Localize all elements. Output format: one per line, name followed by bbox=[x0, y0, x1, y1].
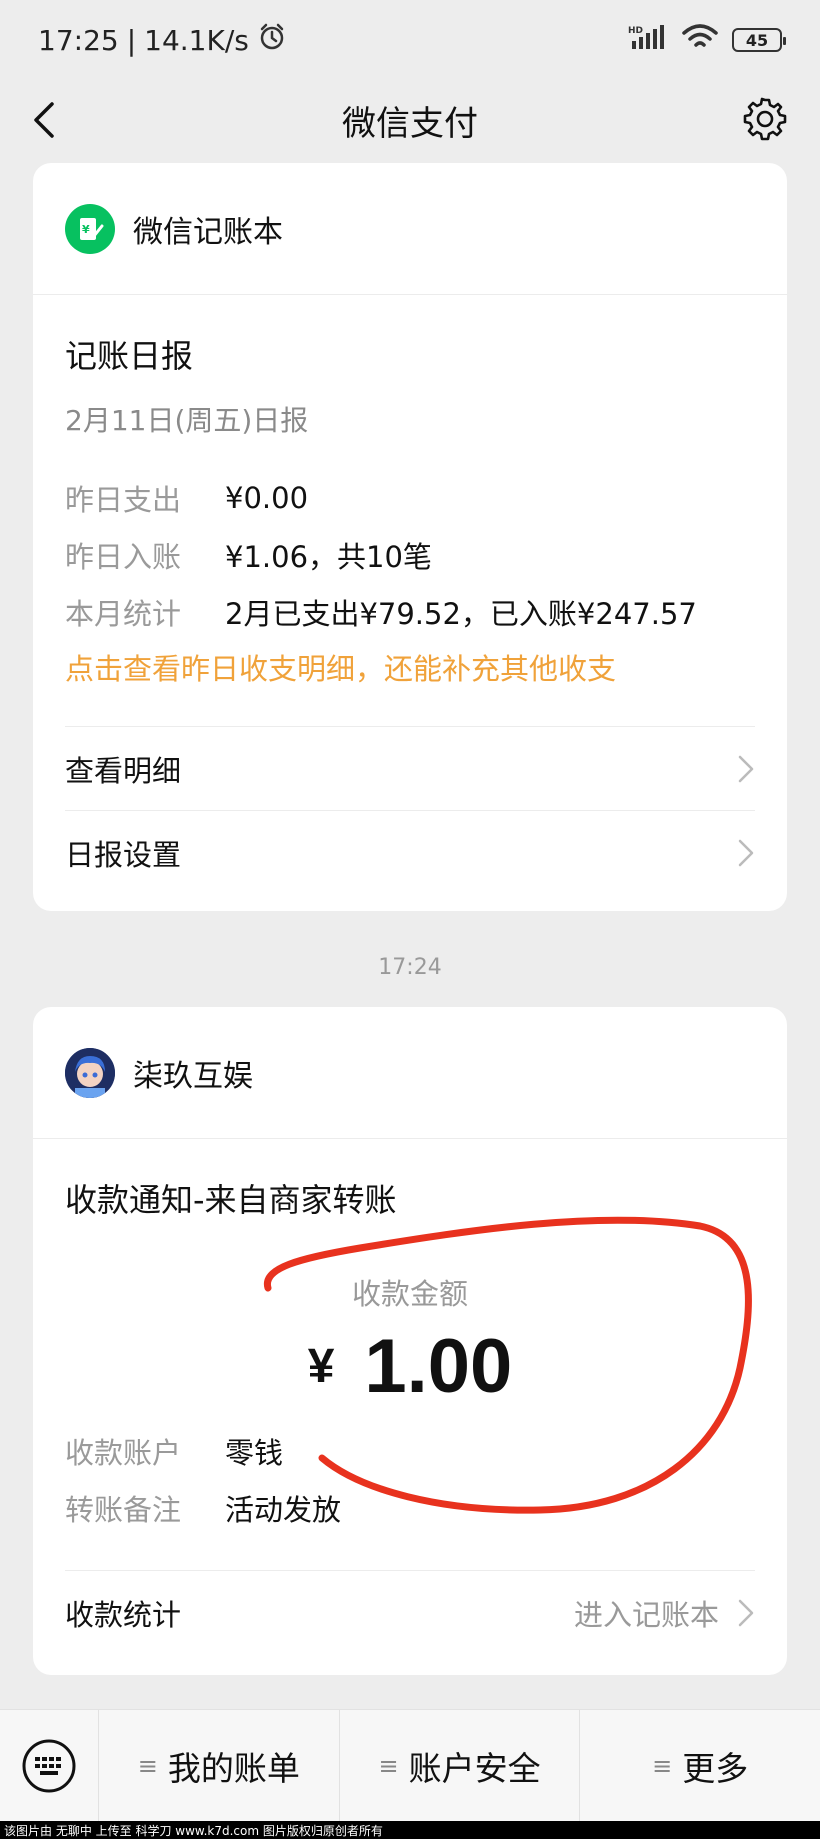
bottom-tab-bar: ≡ 我的账单 ≡ 账户安全 ≡ 更多 bbox=[0, 1709, 820, 1821]
menu-report-settings[interactable]: 日报设置 bbox=[65, 810, 755, 894]
detail-value: 活动发放 bbox=[225, 1492, 342, 1527]
menu-lines-icon: ≡ bbox=[652, 1751, 673, 1780]
message-timestamp: 17:24 bbox=[378, 955, 442, 980]
gear-icon bbox=[743, 97, 787, 141]
currency-symbol: ¥ bbox=[307, 1340, 335, 1393]
payment-details: 收款账户 零钱 转账备注 活动发放 bbox=[65, 1422, 755, 1536]
stat-value: ¥1.06，共10笔 bbox=[225, 539, 432, 574]
tab-label: 我的账单 bbox=[167, 1748, 300, 1788]
status-time: 17:25 bbox=[38, 23, 119, 57]
detail-key: 转账备注 bbox=[65, 1492, 182, 1527]
view-details-link[interactable]: 点击查看昨日收支明细，还能补充其他收支 bbox=[65, 646, 755, 688]
stat-row: 昨日入账 ¥1.06，共10笔 bbox=[65, 526, 755, 583]
merchant-header[interactable]: 柒玖互娱 bbox=[33, 1007, 787, 1139]
amount-number: 1.00 bbox=[364, 1324, 513, 1409]
chevron-right-icon bbox=[738, 839, 754, 866]
tab-my-bills[interactable]: ≡ 我的账单 bbox=[98, 1710, 339, 1821]
amount-value: ¥1.00 bbox=[65, 1323, 755, 1410]
merchant-avatar bbox=[65, 1047, 115, 1098]
stat-key: 本月统计 bbox=[65, 596, 182, 631]
tab-more[interactable]: ≡ 更多 bbox=[579, 1710, 820, 1821]
status-divider: | bbox=[126, 23, 137, 57]
notification-title: 收款通知-来自商家转账 bbox=[65, 1181, 397, 1219]
account-book-icon: ¥ bbox=[65, 203, 115, 254]
report-stats: 昨日支出 ¥0.00 昨日入账 ¥1.06，共10笔 本月统计 2月已支出¥79… bbox=[65, 469, 755, 640]
detail-row: 收款账户 零钱 bbox=[65, 1422, 755, 1479]
keyboard-icon bbox=[22, 1739, 76, 1792]
tab-label: 更多 bbox=[682, 1748, 749, 1788]
battery-indicator: 45 bbox=[732, 28, 786, 52]
status-bar: 17:25 | 14.1K/s HD 45 bbox=[0, 0, 820, 80]
daily-report-date: 2月11日(周五)日报 bbox=[65, 404, 309, 437]
tab-label: 账户安全 bbox=[408, 1748, 541, 1788]
payment-stats-row[interactable]: 收款统计 进入记账本 bbox=[65, 1570, 755, 1654]
stat-key: 昨日支出 bbox=[65, 482, 182, 517]
open-account-book-link: 进入记账本 bbox=[573, 1597, 719, 1632]
menu-label: 日报设置 bbox=[65, 837, 182, 872]
nav-bar: 微信支付 bbox=[0, 80, 820, 160]
account-book-header[interactable]: ¥ 微信记账本 bbox=[33, 163, 787, 295]
chevron-left-icon bbox=[34, 102, 54, 138]
menu-lines-icon: ≡ bbox=[137, 1751, 158, 1780]
chevron-right-icon bbox=[738, 1599, 754, 1626]
signal-icon: HD bbox=[628, 23, 668, 58]
chevron-right-icon bbox=[738, 755, 754, 782]
detail-value: 零钱 bbox=[225, 1435, 284, 1470]
daily-report-title: 记账日报 bbox=[65, 337, 194, 375]
account-book-name: 微信记账本 bbox=[133, 214, 283, 250]
stat-key: 昨日入账 bbox=[65, 539, 182, 574]
payment-notification-card: 柒玖互娱 收款通知-来自商家转账 收款金额 ¥1.00 收款账户 零钱 转账备注… bbox=[33, 1007, 787, 1675]
back-button[interactable] bbox=[26, 98, 66, 142]
menu-lines-icon: ≡ bbox=[378, 1751, 399, 1780]
tab-account-security[interactable]: ≡ 账户安全 bbox=[338, 1710, 580, 1821]
detail-row: 转账备注 活动发放 bbox=[65, 1479, 755, 1536]
detail-key: 收款账户 bbox=[65, 1435, 182, 1470]
status-network-speed: 14.1K/s bbox=[144, 23, 249, 57]
settings-button[interactable] bbox=[742, 96, 788, 142]
stat-row: 本月统计 2月已支出¥79.52，已入账¥247.57 bbox=[65, 583, 755, 640]
payment-stats-label: 收款统计 bbox=[65, 1597, 182, 1632]
svg-text:¥: ¥ bbox=[82, 223, 90, 236]
alarm-icon bbox=[257, 22, 287, 59]
keyboard-toggle[interactable] bbox=[0, 1710, 98, 1821]
merchant-name: 柒玖互娱 bbox=[133, 1058, 253, 1094]
hd-label: HD bbox=[628, 26, 643, 36]
account-book-card: ¥ 微信记账本 记账日报 2月11日(周五)日报 昨日支出 ¥0.00 昨日入账… bbox=[33, 163, 787, 911]
stat-value: ¥0.00 bbox=[225, 480, 309, 515]
stat-row: 昨日支出 ¥0.00 bbox=[65, 469, 755, 526]
page-title: 微信支付 bbox=[342, 103, 478, 144]
watermark-text: 该图片由 无聊中 上传至 科学刀 www.k7d.com 图片版权归原创者所有 bbox=[4, 1823, 383, 1838]
watermark-bar: 该图片由 无聊中 上传至 科学刀 www.k7d.com 图片版权归原创者所有 bbox=[0, 1821, 820, 1839]
amount-label: 收款金额 bbox=[351, 1277, 468, 1311]
menu-label: 查看明细 bbox=[65, 753, 182, 788]
stat-value: 2月已支出¥79.52，已入账¥247.57 bbox=[225, 596, 697, 631]
wifi-icon bbox=[682, 23, 718, 58]
menu-view-details[interactable]: 查看明细 bbox=[65, 726, 755, 810]
